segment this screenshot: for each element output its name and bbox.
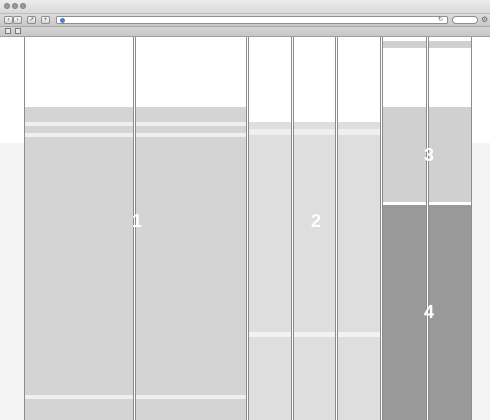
arrow-left-icon: ‹ (7, 17, 10, 23)
forward-button[interactable]: › (13, 16, 22, 24)
reading-list-icon[interactable] (5, 28, 11, 34)
region-1-label: 1 (131, 211, 142, 231)
region-2-stripe-top (249, 129, 381, 135)
address-bar[interactable]: ↻ (56, 16, 448, 24)
bookmarks-bar (0, 27, 490, 37)
page-viewport[interactable]: 1 2 3 4 (0, 37, 490, 420)
layout-frame: 1 2 3 4 (24, 37, 472, 420)
region-3-label: 3 (423, 145, 434, 165)
zoom-window-button[interactable] (20, 3, 26, 9)
column-divider-3 (291, 37, 294, 420)
column-divider-4 (335, 37, 338, 420)
browser-toolbar: ‹ › ↗ + ↻ ⚙ (0, 14, 490, 27)
region-1-stripe-mid (25, 133, 247, 137)
share-icon: ↗ (28, 17, 35, 23)
region-1-stripe-top (25, 122, 247, 126)
column-divider-2 (246, 37, 249, 420)
add-bookmark-button[interactable]: + (41, 16, 50, 24)
arrow-right-icon: › (16, 17, 19, 23)
search-field[interactable] (452, 16, 478, 24)
region-2-stripe-bottom (249, 332, 381, 337)
region-1-block (25, 107, 247, 420)
share-button[interactable]: ↗ (27, 16, 36, 24)
column-divider-5 (380, 37, 383, 420)
reload-icon[interactable]: ↻ (438, 17, 443, 23)
region-4-label: 4 (423, 302, 434, 322)
title-bar (0, 0, 490, 14)
back-button[interactable]: ‹ (4, 16, 13, 24)
region-1-stripe-bottom (25, 395, 247, 399)
plus-icon: + (43, 17, 48, 23)
globe-icon (60, 18, 65, 23)
minimize-window-button[interactable] (12, 3, 18, 9)
browser-window: ‹ › ↗ + ↻ ⚙ 1 2 3 4 (0, 0, 490, 420)
gear-icon[interactable]: ⚙ (481, 15, 488, 24)
region-2-block (249, 122, 381, 420)
region-2-label: 2 (310, 211, 321, 231)
top-sites-icon[interactable] (15, 28, 21, 34)
close-window-button[interactable] (4, 3, 10, 9)
column-divider-6 (426, 37, 429, 420)
